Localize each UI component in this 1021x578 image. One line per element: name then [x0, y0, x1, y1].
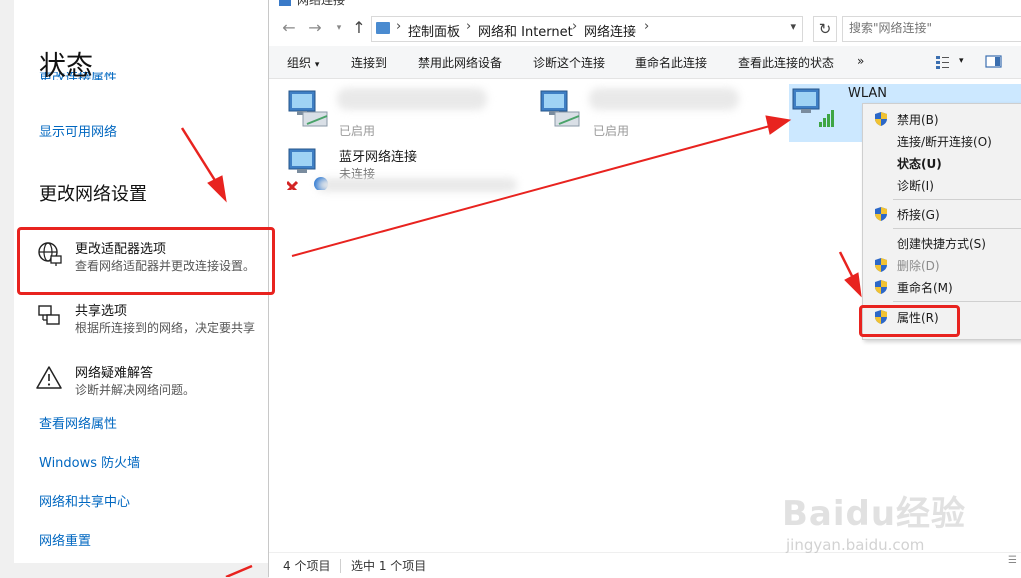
redacted-adapter-device: [317, 178, 517, 192]
menu-item-status[interactable]: 状态(U): [863, 152, 1021, 174]
rename-button[interactable]: 重命名此连接: [635, 54, 707, 71]
menu-item-disable[interactable]: 禁用(B): [863, 108, 1021, 130]
breadcrumb-control-panel[interactable]: 控制面板: [408, 21, 460, 40]
page-title: 状态: [39, 51, 93, 82]
option-description: 诊断并解决网络问题。: [75, 383, 196, 397]
preview-pane-icon[interactable]: [985, 54, 1003, 70]
menu-item-bridge[interactable]: 桥接(G): [863, 203, 1021, 225]
back-arrow-icon[interactable]: ←: [279, 17, 299, 39]
menu-item-label: 删除(D): [897, 259, 940, 273]
search-input[interactable]: [843, 17, 1019, 39]
menu-item-label: 禁用(B): [897, 113, 939, 127]
breadcrumb-network-internet[interactable]: 网络和 Internet: [478, 21, 573, 40]
section-title: 更改网络设置: [39, 184, 147, 205]
option-title: 网络疑难解答: [75, 366, 154, 381]
organize-label: 组织: [287, 56, 312, 70]
breadcrumb-separator-icon[interactable]: ›: [396, 19, 401, 34]
breadcrumb-separator-icon[interactable]: ›: [644, 19, 649, 34]
view-network-properties-link[interactable]: 查看网络属性: [39, 413, 117, 432]
sharing-options-button[interactable]: 共享选项 根据所连接到的网络，决定要共享: [36, 300, 276, 344]
adapter-status: 已启用: [339, 124, 376, 138]
forward-arrow-icon[interactable]: →: [305, 17, 325, 39]
search-box[interactable]: [842, 16, 1021, 42]
network-sharing-center-link[interactable]: 网络和共享中心: [39, 491, 130, 510]
network-reset-link[interactable]: 网络重置: [39, 530, 91, 549]
diagnose-button[interactable]: 诊断这个连接: [533, 54, 605, 71]
menu-item-label: 桥接(G): [897, 208, 940, 222]
menu-item-diagnose[interactable]: 诊断(I): [863, 174, 1021, 196]
menu-item-label: 创建快捷方式(S): [897, 237, 986, 251]
organize-button[interactable]: 组织 ▾: [287, 54, 319, 71]
window-title: 网络连接: [297, 0, 346, 7]
disable-device-button[interactable]: 禁用此网络设备: [418, 54, 502, 71]
menu-item-connect-disconnect[interactable]: 连接/断开连接(O): [863, 130, 1021, 152]
address-bar-row: ← → ▾ ↑ › 控制面板 › 网络和 Internet › 网络连接 › ▾…: [269, 14, 1021, 44]
menu-item-label: 连接/断开连接(O): [897, 135, 992, 149]
network-adapter-bluetooth[interactable]: 蓝牙网络连接 未连接: [287, 146, 537, 196]
breadcrumb-separator-icon[interactable]: ›: [572, 19, 577, 34]
adapter-name: 蓝牙网络连接: [339, 150, 418, 165]
address-bar[interactable]: › 控制面板 › 网络和 Internet › 网络连接 › ▾: [371, 16, 803, 42]
menu-item-label: 诊断(I): [897, 179, 934, 193]
sharing-icon: [38, 305, 60, 325]
uac-shield-icon: [875, 258, 887, 272]
menu-item-label: 重命名(M): [897, 281, 953, 295]
address-dropdown-icon[interactable]: ▾: [790, 20, 796, 33]
highlight-adapter-options: [17, 227, 275, 295]
watermark-logo: Baidu经验: [782, 494, 967, 534]
title-bar: 网络连接: [269, 0, 1021, 8]
uac-shield-icon: [875, 112, 887, 126]
wifi-adapter-icon: [792, 88, 834, 127]
show-available-networks-link[interactable]: 显示可用网络: [39, 121, 117, 140]
menu-item-rename[interactable]: 重命名(M): [863, 276, 1021, 298]
highlight-properties: [859, 305, 960, 337]
status-divider: [340, 559, 341, 573]
view-status-button[interactable]: 查看此连接的状态: [738, 54, 834, 71]
network-troubleshooter-button[interactable]: 网络疑难解答 诊断并解决网络问题。: [36, 362, 276, 406]
uac-shield-icon: [875, 280, 887, 294]
scroll-corner: ☰: [1006, 553, 1020, 575]
redacted-adapter-name: [589, 88, 739, 110]
menu-separator: [893, 199, 1021, 200]
refresh-icon[interactable]: ↻: [813, 16, 837, 42]
selected-count: 选中 1 个项目: [351, 559, 427, 573]
option-title: 共享选项: [75, 304, 128, 319]
up-arrow-icon[interactable]: ↑: [349, 17, 369, 39]
menu-item-create-shortcut[interactable]: 创建快捷方式(S): [863, 232, 1021, 254]
baidu-jingyan-watermark: Baidu经验 jingyan.baidu.com: [782, 486, 982, 566]
menu-item-label: 状态(U): [897, 157, 942, 171]
menu-separator: [893, 301, 1021, 302]
redacted-adapter-name: [337, 88, 487, 110]
warning-icon: [36, 366, 62, 389]
command-bar: 组织 ▾ 连接到 禁用此网络设备 诊断这个连接 重命名此连接 查看此连接的状态 …: [269, 46, 1021, 79]
control-panel-icon: [376, 22, 390, 34]
chevron-down-icon: ▾: [314, 60, 320, 70]
view-options-icon[interactable]: [935, 54, 951, 70]
watermark-url: jingyan.baidu.com: [786, 536, 925, 554]
network-adapter-icon: [540, 90, 580, 127]
option-description: 根据所连接到的网络，决定要共享: [75, 321, 256, 335]
windows-firewall-link[interactable]: Windows 防火墙: [39, 452, 140, 471]
view-dropdown-icon[interactable]: ▾: [959, 56, 964, 66]
adapter-name: WLAN: [848, 86, 888, 101]
network-folder-icon: [279, 0, 291, 6]
network-adapter-ethernet-1[interactable]: 已启用: [287, 88, 517, 138]
uac-shield-icon: [875, 207, 887, 221]
network-adapter-ethernet-2[interactable]: 已启用: [539, 88, 769, 138]
breadcrumb-separator-icon[interactable]: ›: [466, 19, 471, 34]
breadcrumb-network-connections[interactable]: 网络连接: [584, 21, 636, 40]
list-view-icon[interactable]: ☰: [1008, 555, 1017, 566]
network-adapter-icon: [288, 90, 328, 127]
menu-item-delete[interactable]: 删除(D): [863, 254, 1021, 276]
menu-separator: [893, 228, 1021, 229]
item-count: 4 个项目: [283, 559, 331, 573]
more-commands-button[interactable]: »: [857, 54, 864, 68]
adapter-status: 已启用: [593, 124, 630, 138]
connect-to-button[interactable]: 连接到: [351, 54, 387, 71]
recent-locations-chevron-icon[interactable]: ▾: [329, 17, 349, 39]
